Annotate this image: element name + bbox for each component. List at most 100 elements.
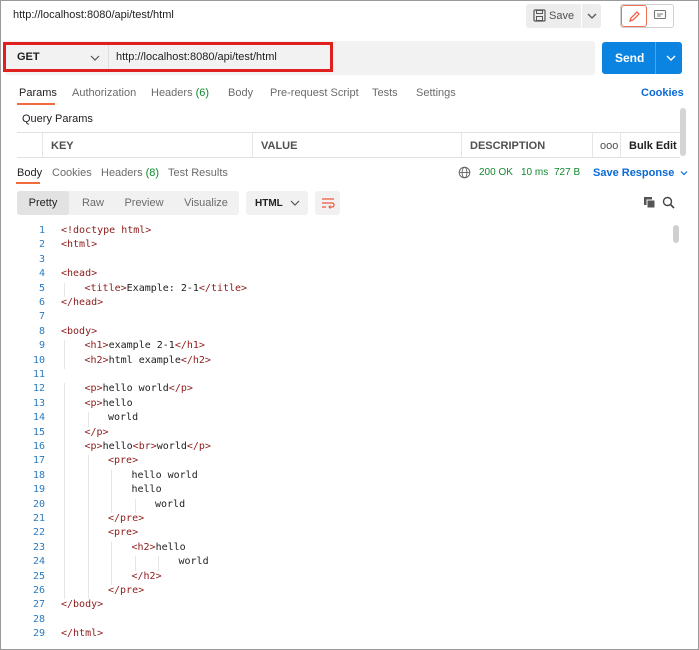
- response-size[interactable]: 727 B: [554, 167, 580, 178]
- line-number: 21: [32, 513, 45, 524]
- line-number: 27: [32, 599, 45, 611]
- view-pretty[interactable]: Pretty: [17, 191, 69, 215]
- cookies-link[interactable]: Cookies: [641, 87, 684, 99]
- code-line: 17 <pre>: [17, 455, 672, 469]
- globe-icon[interactable]: [458, 166, 471, 179]
- view-raw[interactable]: Raw: [69, 191, 117, 215]
- view-visualize[interactable]: Visualize: [173, 191, 239, 215]
- code-line: 6 </head>: [17, 297, 672, 311]
- line-number: 19: [32, 484, 45, 496]
- code-line: 7: [17, 311, 672, 325]
- code-line: 28: [17, 614, 672, 628]
- code-text: <p>hello world</p>: [84, 383, 193, 395]
- view-mode-toggle[interactable]: [620, 4, 674, 28]
- line-number: 28: [32, 613, 45, 625]
- code-text: <title>Example: 2-1</title>: [84, 282, 248, 294]
- send-options-button[interactable]: [660, 42, 682, 74]
- tab-label: Tests: [372, 87, 398, 99]
- tab-params[interactable]: Params: [19, 87, 57, 99]
- chevron-down-icon: [290, 200, 300, 206]
- line-number: 26: [32, 585, 45, 596]
- code-text: <head>: [61, 268, 98, 280]
- more-options-button[interactable]: ooo: [593, 133, 621, 158]
- tab-label: Headers: [101, 167, 143, 179]
- query-params-title: Query Params: [22, 113, 93, 125]
- chevron-down-icon: [666, 55, 676, 61]
- code-text: </h2>: [131, 570, 162, 582]
- line-number: 3: [38, 253, 45, 265]
- tab-label: Params: [19, 87, 57, 99]
- code-text: world: [178, 556, 209, 568]
- code-line: 19 hello: [17, 484, 672, 498]
- scrollbar[interactable]: [680, 108, 686, 156]
- code-text: <h1>example 2-1</h1>: [84, 340, 205, 352]
- line-number: 5: [38, 282, 45, 294]
- request-title[interactable]: http://localhost:8080/api/test/html: [13, 9, 174, 21]
- code-line: 22 <pre>: [17, 527, 672, 541]
- search-icon[interactable]: [662, 196, 675, 209]
- scrollbar-thumb[interactable]: [673, 225, 679, 243]
- code-text: </html>: [61, 628, 104, 640]
- tab-count: (6): [195, 87, 210, 99]
- view-preview[interactable]: Preview: [117, 191, 171, 215]
- code-text: hello world: [131, 469, 198, 481]
- code-text: <pre>: [108, 455, 139, 467]
- code-text: </pre>: [108, 513, 145, 524]
- tab-tests[interactable]: Tests: [372, 87, 398, 99]
- response-tab-headers[interactable]: Headers (8): [101, 167, 159, 179]
- code-line: 10 <h2>html example</h2>: [17, 355, 672, 369]
- indent-guide: [64, 383, 65, 600]
- code-text: world: [155, 498, 186, 510]
- code-line: 5 <title>Example: 2-1</title>: [17, 283, 672, 297]
- format-select[interactable]: HTML: [246, 191, 308, 215]
- edit-mode-button[interactable]: [621, 5, 647, 27]
- code-line: 24 world: [17, 556, 672, 570]
- column-value: VALUE: [253, 133, 462, 158]
- code-line: 14 world: [17, 412, 672, 426]
- code-line: 16 <p>hello<br>world</p>: [17, 441, 672, 455]
- indent-guide: [87, 455, 89, 600]
- line-number: 12: [32, 383, 45, 395]
- indent-guide: [134, 556, 136, 571]
- line-number: 29: [32, 628, 45, 640]
- tab-settings[interactable]: Settings: [416, 87, 456, 99]
- code-line: 18 hello world: [17, 470, 672, 484]
- documentation-button[interactable]: [648, 5, 674, 27]
- line-number: 8: [38, 325, 45, 337]
- tab-label: Test Results: [168, 167, 228, 179]
- response-tab-body[interactable]: Body: [17, 167, 42, 179]
- response-tab-cookies[interactable]: Cookies: [52, 167, 92, 179]
- response-time[interactable]: 10 ms: [521, 167, 548, 178]
- code-line: 8 <body>: [17, 326, 672, 340]
- bulk-edit-button[interactable]: Bulk Edit: [621, 133, 680, 158]
- wrap-lines-button[interactable]: [315, 191, 340, 215]
- annotation-highlight-box: [3, 42, 333, 72]
- tab-authorization[interactable]: Authorization: [72, 87, 136, 99]
- code-line: 13 <p>hello: [17, 398, 672, 412]
- line-number: 9: [38, 340, 45, 352]
- comment-icon: [653, 9, 667, 20]
- line-number: 16: [32, 441, 45, 452]
- pencil-icon: [629, 11, 640, 22]
- send-button[interactable]: Send: [602, 42, 682, 74]
- tab-headers[interactable]: Headers (6): [151, 87, 209, 99]
- code-text: hello: [131, 484, 162, 496]
- copy-icon[interactable]: [643, 196, 656, 209]
- tab-pre-request-script[interactable]: Pre-request Script: [270, 87, 359, 99]
- save-options-button[interactable]: [581, 4, 601, 28]
- response-body-code[interactable]: 1 <!doctype html> 2 <html> 3 4 <head> 5 <title>E…: [17, 225, 672, 645]
- line-number: 1: [38, 225, 45, 236]
- tab-count: (8): [145, 167, 160, 179]
- code-line: 9 <h1>example 2-1</h1>: [17, 340, 672, 354]
- code-text: <h2>hello: [131, 541, 186, 553]
- code-line: 23 <h2>hello: [17, 542, 672, 556]
- tab-label: Settings: [416, 87, 456, 99]
- status-code[interactable]: 200 OK: [479, 167, 513, 178]
- tab-body[interactable]: Body: [228, 87, 253, 99]
- wrap-lines-icon: [322, 198, 335, 209]
- save-response-button[interactable]: Save Response: [593, 167, 689, 179]
- save-label: Save: [549, 10, 575, 22]
- response-tab-test-results[interactable]: Test Results: [168, 167, 228, 179]
- save-button[interactable]: Save: [526, 4, 601, 28]
- line-number: 22: [32, 527, 45, 539]
